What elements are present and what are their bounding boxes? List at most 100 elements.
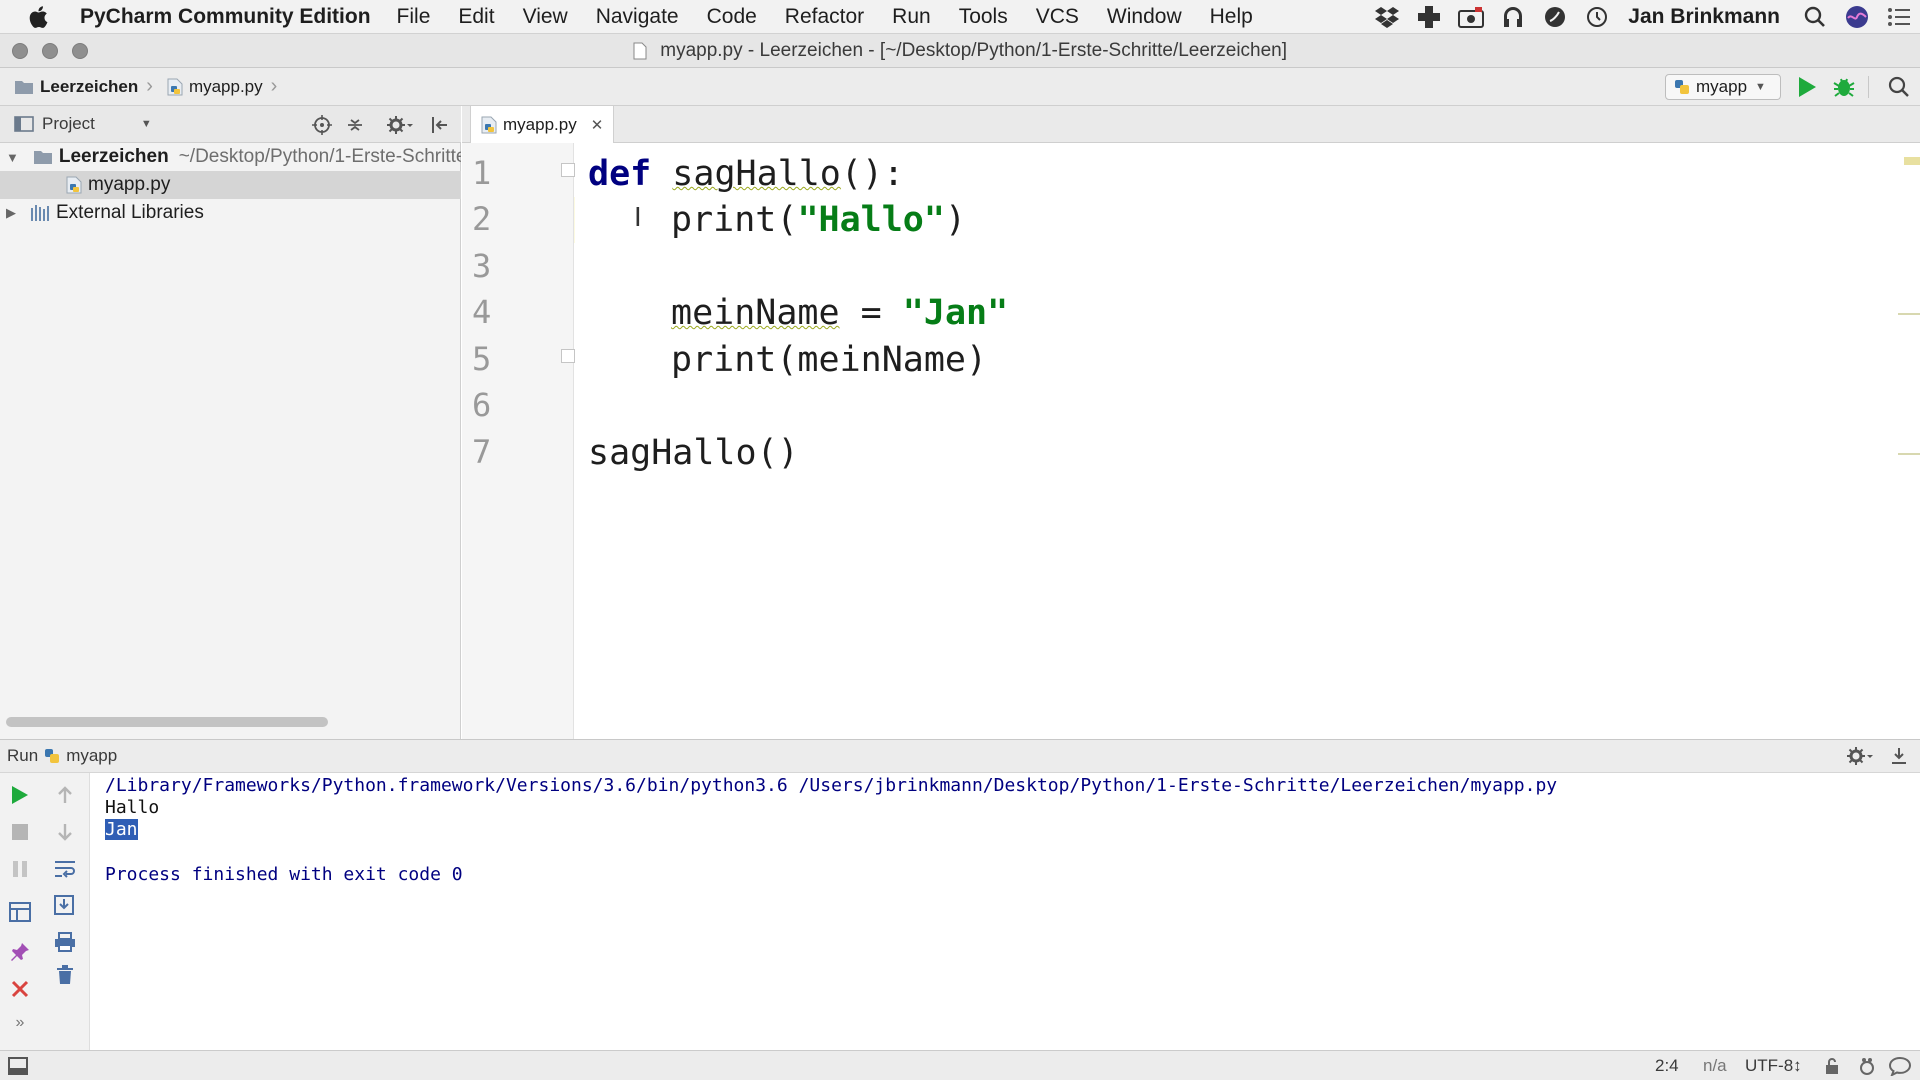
- menu-view[interactable]: View: [509, 5, 582, 29]
- chevron-down-icon: ▼: [1755, 81, 1766, 93]
- screen-capture-icon[interactable]: [1450, 0, 1492, 34]
- debug-button[interactable]: [1832, 75, 1856, 99]
- locate-file-icon[interactable]: [312, 115, 332, 135]
- dropbox-icon[interactable]: [1366, 0, 1408, 34]
- inspector-icon[interactable]: [1857, 1056, 1877, 1076]
- scroll-to-end-icon[interactable]: [51, 891, 79, 919]
- chevron-down-icon[interactable]: ▼: [6, 150, 19, 165]
- line-number: 7: [472, 433, 492, 471]
- menu-vcs[interactable]: VCS: [1022, 5, 1093, 29]
- fold-marker[interactable]: [561, 163, 575, 177]
- menu-file[interactable]: File: [383, 5, 445, 29]
- menu-bar: PyCharm Community Edition File Edit View…: [0, 0, 1920, 34]
- chevron-down-icon[interactable]: ▼: [141, 118, 152, 130]
- text-cursor-icon: I: [634, 203, 642, 233]
- siri-icon[interactable]: [1836, 0, 1878, 34]
- code-text: ():: [840, 154, 905, 194]
- menu-code[interactable]: Code: [693, 5, 771, 29]
- window-title-bar: myapp.py - Leerzeichen - [~/Desktop/Pyth…: [0, 34, 1920, 68]
- code-text: ): [944, 200, 967, 240]
- window-title-area: myapp.py - Leerzeichen - [~/Desktop/Pyth…: [0, 34, 1920, 68]
- line-number: 5: [472, 340, 492, 378]
- more-actions-icon[interactable]: »: [6, 1009, 34, 1037]
- plugin-icon[interactable]: [1408, 0, 1450, 34]
- chevron-right-icon[interactable]: ▶: [6, 205, 16, 221]
- tree-node-project-root[interactable]: ▼ Leerzeichen ~/Desktop/Python/1-Erste-S…: [0, 143, 461, 171]
- fold-marker[interactable]: [561, 349, 575, 363]
- app-icon[interactable]: [1534, 0, 1576, 34]
- caret-position[interactable]: 2:4: [1655, 1051, 1679, 1080]
- time-machine-icon[interactable]: [1576, 0, 1618, 34]
- menu-tools[interactable]: Tools: [945, 5, 1022, 29]
- restore-layout-icon[interactable]: [6, 898, 34, 926]
- close-icon[interactable]: ✕: [591, 116, 604, 134]
- line-number: 1: [472, 154, 492, 192]
- app-name[interactable]: PyCharm Community Edition: [80, 5, 371, 29]
- menu-edit[interactable]: Edit: [444, 5, 508, 29]
- navigation-bar: Leerzeichen › myapp.py › myapp ▼: [0, 68, 1920, 106]
- menu-refactor[interactable]: Refactor: [771, 5, 878, 29]
- soft-wrap-icon[interactable]: [51, 855, 79, 883]
- pin-tab-icon[interactable]: [6, 938, 34, 966]
- inspection-status-icon[interactable]: [1904, 157, 1920, 165]
- tree-node-external-libraries[interactable]: ▶ External Libraries: [0, 199, 461, 227]
- trash-icon[interactable]: [51, 961, 79, 989]
- gear-icon[interactable]: [386, 115, 414, 135]
- file-encoding[interactable]: UTF-8↕: [1745, 1051, 1802, 1080]
- menu-window[interactable]: Window: [1093, 5, 1196, 29]
- menu-navigate[interactable]: Navigate: [582, 5, 693, 29]
- project-root-name: Leerzeichen: [58, 146, 169, 167]
- spotlight-search-icon[interactable]: [1794, 0, 1836, 34]
- rerun-button[interactable]: [6, 781, 34, 809]
- hide-panel-icon[interactable]: [430, 115, 450, 135]
- run-configuration-select[interactable]: myapp ▼: [1665, 74, 1781, 100]
- user-name[interactable]: Jan Brinkmann: [1618, 5, 1794, 29]
- search-everywhere-icon[interactable]: [1888, 76, 1910, 98]
- error-stripe-mark[interactable]: [1898, 453, 1920, 455]
- podcast-icon[interactable]: [1492, 0, 1534, 34]
- breadcrumb-file-label: myapp.py: [188, 76, 263, 96]
- notification-center-icon[interactable]: [1878, 0, 1920, 34]
- python-file-icon: [481, 116, 497, 134]
- apple-icon[interactable]: [28, 5, 68, 29]
- string-literal: "Jan": [902, 293, 1009, 333]
- breadcrumb-separator: ›: [270, 75, 278, 97]
- code-line-1: def sagHallo():: [588, 152, 904, 196]
- event-log-icon[interactable]: [1889, 1056, 1911, 1076]
- print-icon[interactable]: [51, 928, 79, 956]
- file-icon: [633, 42, 647, 60]
- toolbar-divider: [1868, 76, 1869, 98]
- line-number: 4: [472, 293, 492, 331]
- run-console[interactable]: /Library/Frameworks/Python.framework/Ver…: [90, 773, 1920, 1050]
- toggle-tool-windows-icon[interactable]: [8, 1056, 28, 1076]
- menu-help[interactable]: Help: [1196, 5, 1267, 29]
- collapse-all-icon[interactable]: [345, 115, 365, 135]
- python-file-icon: [66, 176, 82, 194]
- arrow-up-icon[interactable]: [51, 781, 79, 809]
- project-view-select[interactable]: Project: [42, 114, 95, 134]
- gear-icon[interactable]: [1846, 746, 1874, 766]
- arrow-down-icon[interactable]: [51, 818, 79, 846]
- pause-button[interactable]: [6, 855, 34, 883]
- status-bar: 2:4 n/a UTF-8↕: [0, 1050, 1920, 1080]
- run-panel-label[interactable]: Run: [7, 746, 38, 766]
- breadcrumb-separator: ›: [146, 75, 153, 97]
- editor-tab-myapp[interactable]: myapp.py ✕: [470, 106, 615, 143]
- close-icon[interactable]: [6, 975, 34, 1003]
- menu-run[interactable]: Run: [878, 5, 945, 29]
- run-config-tab[interactable]: myapp: [66, 746, 117, 766]
- horizontal-scrollbar[interactable]: [6, 717, 328, 727]
- run-button[interactable]: [1797, 76, 1817, 98]
- code-editor[interactable]: def sagHallo(): print("Hallo") meinName …: [575, 143, 1920, 739]
- line-separator[interactable]: n/a: [1703, 1051, 1727, 1080]
- stop-button[interactable]: [6, 818, 34, 846]
- minimize-panel-icon[interactable]: [1890, 747, 1908, 765]
- line-number: 3: [472, 247, 492, 285]
- error-stripe-mark[interactable]: [1898, 313, 1920, 315]
- console-output-line: Jan: [105, 818, 138, 841]
- lock-icon[interactable]: [1825, 1057, 1839, 1075]
- tree-node-file[interactable]: myapp.py: [0, 171, 461, 199]
- library-icon: [30, 204, 50, 222]
- breadcrumb-file[interactable]: myapp.py ›: [153, 75, 277, 98]
- breadcrumb-project[interactable]: Leerzeichen ›: [0, 75, 153, 98]
